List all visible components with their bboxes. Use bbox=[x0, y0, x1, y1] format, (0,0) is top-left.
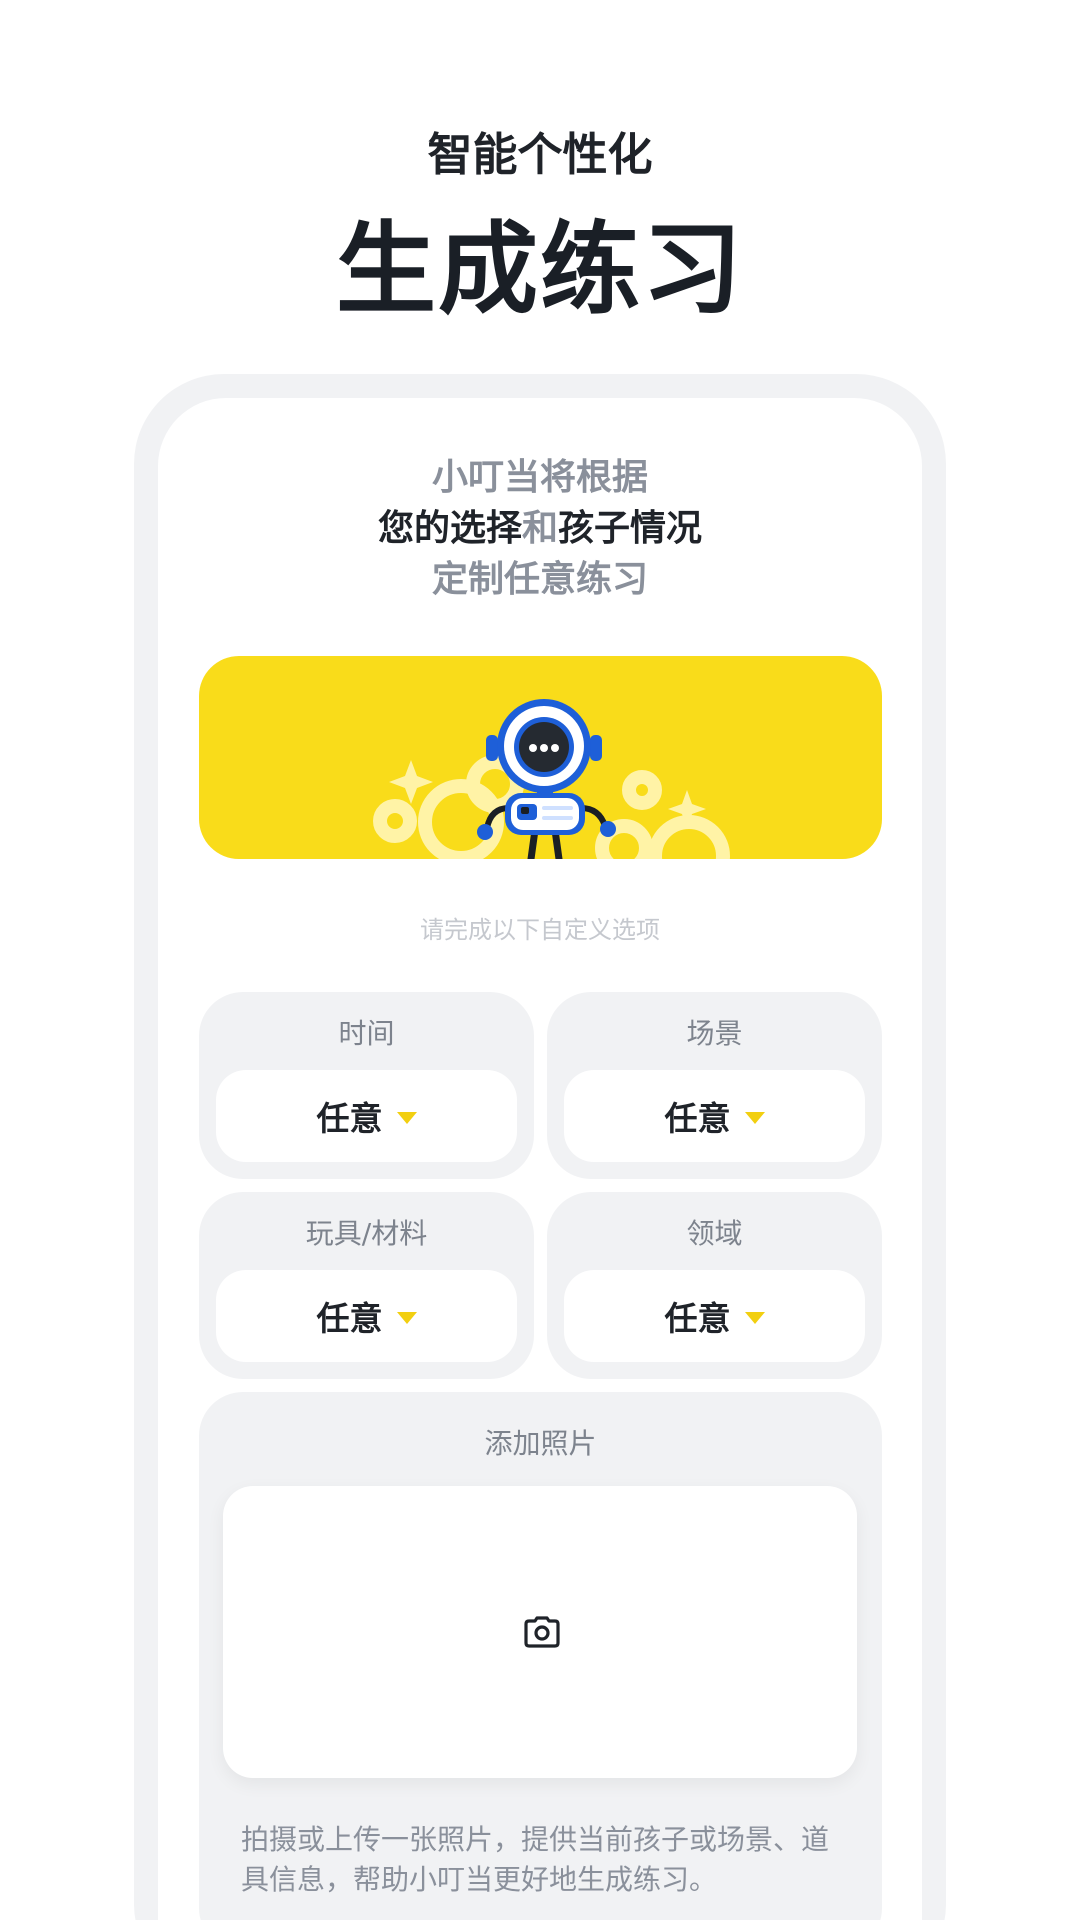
option-label-toys: 玩具/材料 bbox=[305, 1217, 428, 1250]
options-hint: 请完成以下自定义选项 bbox=[420, 916, 660, 944]
photo-card: 添加照片 拍摄或上传一张照片，提供当前孩子或场景、道具信息，帮助小叮当更好地生成… bbox=[199, 1392, 882, 1920]
caret-down-icon bbox=[396, 1112, 417, 1124]
toys-select-value: 任意 bbox=[316, 1299, 383, 1338]
caret-down-icon bbox=[396, 1312, 417, 1324]
option-card-scene: 场景 任意 bbox=[547, 992, 882, 1179]
option-card-time: 时间 任意 bbox=[199, 992, 534, 1179]
option-card-toys: 玩具/材料 任意 bbox=[199, 1192, 534, 1379]
domain-select[interactable]: 任意 bbox=[564, 1270, 865, 1362]
intro-and-text: 和 bbox=[521, 508, 558, 549]
intro-choice-text: 您的选择 bbox=[377, 508, 522, 549]
option-label-scene: 场景 bbox=[686, 1017, 743, 1050]
option-card-domain: 领域 任意 bbox=[547, 1192, 882, 1379]
time-select[interactable]: 任意 bbox=[216, 1070, 517, 1162]
domain-select-value: 任意 bbox=[664, 1299, 731, 1338]
photo-upload-area[interactable] bbox=[223, 1486, 857, 1778]
caret-down-icon bbox=[744, 1312, 765, 1324]
hero-subtitle: 智能个性化 bbox=[427, 128, 653, 181]
time-select-value: 任意 bbox=[316, 1099, 383, 1138]
intro-line-3: 定制任意练习 bbox=[158, 554, 922, 606]
robot-mascot-illustration bbox=[373, 699, 730, 859]
hero-title: 生成练习 bbox=[336, 211, 744, 328]
option-label-domain: 领域 bbox=[686, 1217, 743, 1250]
intro-line-3-text: 定制任意练习 bbox=[431, 559, 648, 600]
toys-select[interactable]: 任意 bbox=[216, 1270, 517, 1362]
intro-line-1: 小叮当将根据 bbox=[158, 452, 922, 504]
camera-icon bbox=[524, 1616, 560, 1648]
option-label-time: 时间 bbox=[338, 1017, 395, 1050]
page: 智能个性化 生成练习 小叮当将根据 您的选择和孩子情况 定制任意练习 请完成以下… bbox=[0, 0, 1080, 1920]
caret-down-icon bbox=[744, 1112, 765, 1124]
intro-line-1-text: 小叮当将根据 bbox=[431, 457, 648, 498]
robot-banner bbox=[199, 656, 882, 859]
scene-select-value: 任意 bbox=[664, 1099, 731, 1138]
photo-title: 添加照片 bbox=[484, 1427, 597, 1460]
intro-child-text: 孩子情况 bbox=[558, 508, 703, 549]
scene-select[interactable]: 任意 bbox=[564, 1070, 865, 1162]
intro-line-2: 您的选择和孩子情况 bbox=[158, 503, 922, 555]
photo-description: 拍摄或上传一张照片，提供当前孩子或场景、道具信息，帮助小叮当更好地生成练习。 bbox=[241, 1823, 830, 1896]
